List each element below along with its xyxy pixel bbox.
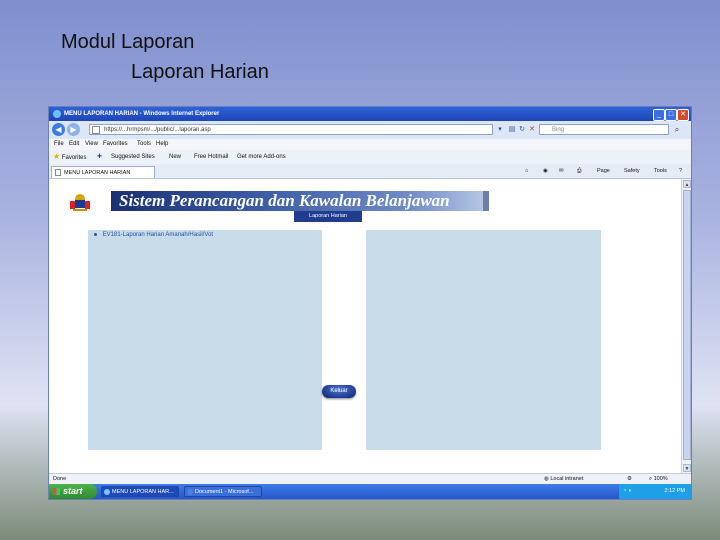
task-label: MENU LAPORAN HAR...	[112, 489, 174, 495]
scroll-thumb[interactable]	[683, 190, 691, 460]
start-button[interactable]: start	[49, 484, 97, 499]
scroll-down-icon[interactable]: ▼	[683, 464, 691, 472]
close-icon[interactable]: ✕	[677, 109, 689, 121]
ie-icon	[104, 489, 110, 495]
print-icon[interactable]: ⎙	[577, 164, 581, 178]
dropdown-icon[interactable]: ▾	[495, 124, 505, 135]
url-text: https://...hrmpsm/.../public/...laporan.…	[104, 127, 211, 133]
start-label: start	[63, 486, 83, 496]
system-banner: Sistem Perancangan dan Kawalan Belanjawa…	[111, 191, 483, 211]
forward-icon[interactable]: ▶	[67, 123, 80, 136]
report-detail-panel	[366, 230, 601, 450]
menu-tools[interactable]: Tools	[137, 139, 151, 150]
zoom-value: 100%	[653, 476, 668, 482]
fav-get-addons[interactable]: Get more Add-ons	[237, 150, 286, 164]
banner-title: Sistem Perancangan dan Kawalan Belanjawa…	[119, 191, 450, 210]
url-input[interactable]: https://...hrmpsm/.../public/...laporan.…	[89, 124, 493, 135]
windows-taskbar: start MENU LAPORAN HAR... Document1 - Mi…	[49, 484, 691, 499]
search-icon[interactable]: ⌕	[671, 124, 683, 135]
address-bar: ◀ ▶ https://...hrmpsm/.../public/...lapo…	[49, 121, 691, 140]
task-word-document[interactable]: Document1 - Microsof...	[184, 486, 262, 497]
feeds-icon[interactable]: ◉	[543, 164, 548, 178]
browser-screenshot: MENU LAPORAN HARIAN - Windows Internet E…	[48, 106, 692, 500]
menu-view[interactable]: View	[85, 139, 98, 150]
window-title: MENU LAPORAN HARIAN - Windows Internet E…	[64, 111, 220, 117]
back-icon[interactable]: ◀	[52, 123, 65, 136]
report-link-label: EV181-Laporan Harian Amanah/Hasil/Vot	[102, 232, 214, 238]
favorites-bar: ★ Favorites ✚ Suggested Sites New Free H…	[49, 150, 691, 165]
cmd-tools[interactable]: Tools	[654, 164, 667, 178]
zoom-icon: ⌕	[649, 476, 653, 482]
home-icon[interactable]: ⌂	[525, 164, 528, 178]
page-icon	[55, 169, 61, 176]
compat-view-icon[interactable]: ▤	[507, 124, 517, 135]
windows-flag-icon	[53, 488, 60, 495]
globe-icon: ◍	[544, 476, 549, 482]
report-list-panel: EV181-Laporan Harian Amanah/Hasil/Vot	[88, 230, 322, 450]
cmd-page[interactable]: Page	[597, 164, 610, 178]
mail-icon[interactable]: ✉	[559, 164, 564, 178]
word-icon	[187, 489, 193, 495]
menu-edit[interactable]: Edit	[69, 139, 79, 150]
vertical-scrollbar[interactable]: ▲ ▼	[681, 179, 691, 473]
exit-button[interactable]: Keluar	[322, 385, 356, 398]
slide-title: Modul Laporan	[61, 31, 195, 53]
slide-subtitle: Laporan Harian	[131, 61, 269, 83]
favorites-button[interactable]: ★ Favorites	[53, 150, 87, 165]
fav-suggested-sites[interactable]: Suggested Sites	[111, 150, 155, 164]
zone-label: Local intranet	[550, 476, 584, 482]
menu-favorites[interactable]: Favorites	[103, 139, 128, 150]
menu-file[interactable]: File	[54, 139, 64, 150]
malaysia-crest-icon	[70, 194, 90, 211]
ie-icon	[53, 110, 61, 118]
page-icon	[92, 126, 100, 134]
tray-icons[interactable]: ◔ ◑	[623, 488, 631, 494]
maximize-icon[interactable]: □	[665, 109, 677, 121]
search-placeholder: Bing	[552, 127, 565, 133]
page-content: Sistem Perancangan dan Kawalan Belanjawa…	[49, 179, 681, 473]
menu-help[interactable]: Help	[156, 139, 168, 150]
cmd-safety[interactable]: Safety	[624, 164, 640, 178]
favorites-label: Favorites	[61, 155, 87, 161]
tab-menu-laporan[interactable]: MENU LAPORAN HARIAN	[51, 166, 155, 178]
search-input[interactable]: Bing	[539, 124, 669, 135]
clock[interactable]: 2:12 PM	[665, 484, 685, 499]
bullet-icon	[94, 232, 97, 236]
add-favorite-icon[interactable]: ✚	[97, 150, 102, 164]
tab-label: MENU LAPORAN HARIAN	[64, 170, 131, 176]
menu-bar: File Edit View Favorites Tools Help	[49, 139, 691, 150]
tab-row: MENU LAPORAN HARIAN ⌂ ◉ ✉ ⎙ Page Safety …	[49, 164, 691, 179]
refresh-icon[interactable]: ↻	[517, 124, 527, 135]
banner-edge	[483, 191, 489, 211]
task-ie-window[interactable]: MENU LAPORAN HAR...	[101, 486, 179, 497]
report-tab[interactable]: Laporan Harian	[294, 211, 362, 222]
minimize-icon[interactable]: _	[653, 109, 665, 121]
task-label: Document1 - Microsof...	[195, 489, 254, 495]
fav-free-hotmail[interactable]: Free Hotmail	[194, 150, 228, 164]
stop-icon[interactable]: ✕	[527, 124, 537, 135]
window-titlebar: MENU LAPORAN HARIAN - Windows Internet E…	[49, 107, 691, 121]
help-icon[interactable]: ?	[679, 164, 682, 178]
scroll-up-icon[interactable]: ▲	[683, 180, 691, 188]
fav-new[interactable]: New	[169, 150, 181, 164]
star-icon: ★	[53, 152, 61, 161]
report-link-ev181[interactable]: EV181-Laporan Harian Amanah/Hasil/Vot	[94, 232, 213, 238]
system-tray: ◔ ◑ 2:12 PM	[619, 484, 691, 499]
